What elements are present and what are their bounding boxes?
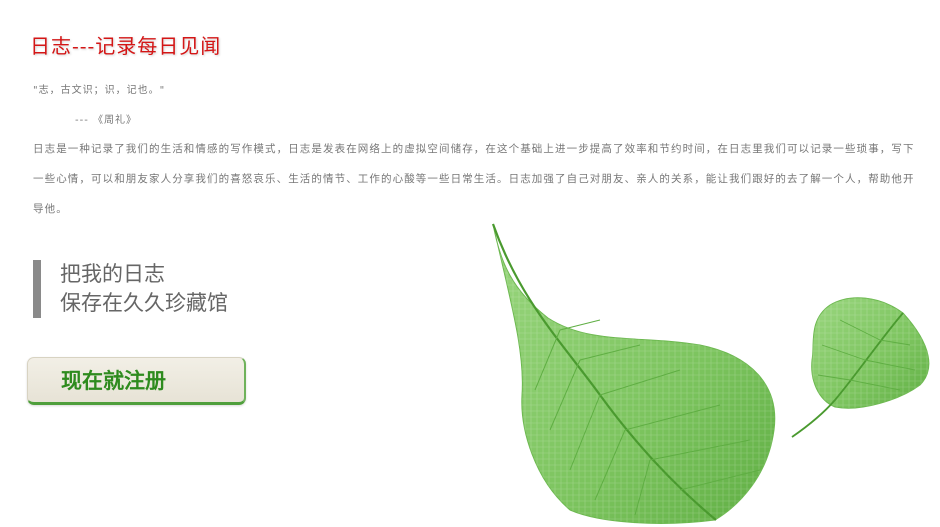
large-leaf-icon: [491, 223, 776, 524]
small-leaf-icon: [791, 297, 930, 438]
page: 日志---记录每日见闻 "志，古文识；识，记也。" --- 《周礼》 日志是一种…: [0, 0, 940, 527]
leaves-decoration: [491, 223, 930, 524]
